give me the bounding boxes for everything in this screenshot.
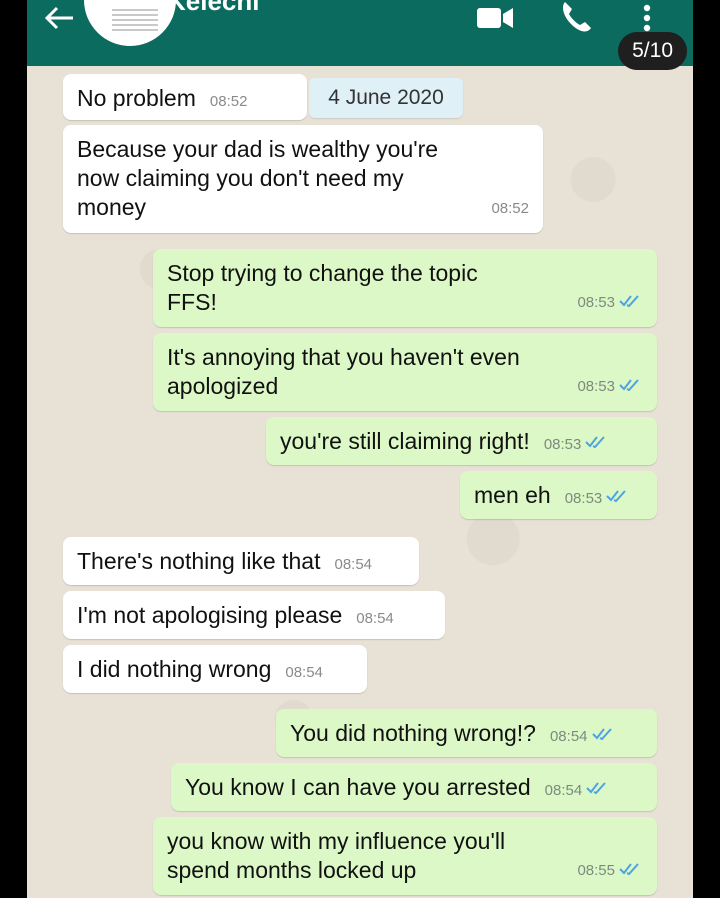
- video-call-icon[interactable]: [475, 6, 515, 30]
- message-time: 08:53: [577, 294, 615, 311]
- message-time: 08:54: [334, 556, 373, 573]
- read-ticks-icon: [619, 863, 639, 876]
- message-bubble-outgoing[interactable]: Stop trying to change the topic FFS! 08:…: [153, 249, 657, 327]
- message-time: 08:54: [285, 664, 323, 681]
- message-time: 08:52: [209, 93, 248, 110]
- message-time: 08:54: [356, 610, 394, 627]
- message-text: men eh: [474, 482, 551, 508]
- message-text: Because your dad is wealthy you're now c…: [77, 136, 439, 220]
- message-text: There's nothing like that: [77, 548, 321, 574]
- message-bubble-outgoing[interactable]: you're still claiming right! 08:53: [266, 417, 657, 465]
- message-bubble-outgoing[interactable]: It's annoying that you haven't even apol…: [153, 333, 657, 411]
- chat-screen: Kelechi 5/10 No problem 08:52 4 June 202…: [27, 0, 693, 898]
- message-time: 08:53: [577, 378, 615, 395]
- message-time: 08:53: [564, 490, 603, 507]
- message-time: 08:53: [543, 436, 582, 453]
- message-bubble-outgoing[interactable]: men eh 08:53: [460, 471, 657, 519]
- more-vert-icon[interactable]: [639, 2, 655, 34]
- read-ticks-icon: [585, 436, 606, 449]
- read-ticks-icon: [606, 490, 627, 503]
- message-time: 08:54: [544, 782, 583, 799]
- message-text: No problem: [77, 85, 196, 111]
- message-text: You know I can have you arrested: [185, 774, 531, 800]
- message-bubble-outgoing[interactable]: You did nothing wrong!? 08:54: [276, 709, 657, 757]
- read-ticks-icon: [586, 782, 606, 795]
- phone-icon[interactable]: [559, 0, 593, 34]
- message-bubble-incoming[interactable]: I'm not apologising please 08:54: [63, 591, 445, 639]
- message-time: 08:55: [577, 862, 615, 879]
- message-text: It's annoying that you haven't even apol…: [167, 344, 520, 399]
- avatar[interactable]: [84, 0, 176, 46]
- read-ticks-icon: [591, 728, 612, 741]
- message-bubble-outgoing[interactable]: You know I can have you arrested 08:54: [171, 763, 657, 811]
- message-text: you're still claiming right!: [280, 428, 530, 454]
- message-text: I'm not apologising please: [77, 602, 343, 628]
- message-time: 08:52: [491, 200, 529, 217]
- message-bubble-outgoing[interactable]: you know with my influence you'll spend …: [153, 817, 657, 895]
- message-bubble-incoming[interactable]: Because your dad is wealthy you're now c…: [63, 125, 543, 233]
- message-text: you know with my influence you'll spend …: [167, 828, 506, 883]
- contact-name[interactable]: Kelechi: [167, 0, 260, 17]
- message-text: I did nothing wrong: [77, 656, 272, 682]
- read-ticks-icon: [619, 295, 639, 308]
- message-bubble-incoming[interactable]: There's nothing like that 08:54: [63, 537, 419, 585]
- message-bubble-incoming[interactable]: No problem 08:52: [63, 74, 307, 120]
- back-arrow-icon[interactable]: [39, 6, 79, 30]
- message-text: You did nothing wrong!?: [290, 720, 536, 746]
- image-counter-badge: 5/10: [618, 32, 687, 70]
- message-bubble-incoming[interactable]: I did nothing wrong 08:54: [63, 645, 367, 693]
- read-ticks-icon: [619, 379, 639, 392]
- chat-header: Kelechi 5/10: [27, 0, 693, 70]
- date-chip: 4 June 2020: [309, 78, 463, 118]
- message-text: Stop trying to change the topic FFS!: [167, 260, 478, 315]
- message-time: 08:54: [549, 728, 588, 745]
